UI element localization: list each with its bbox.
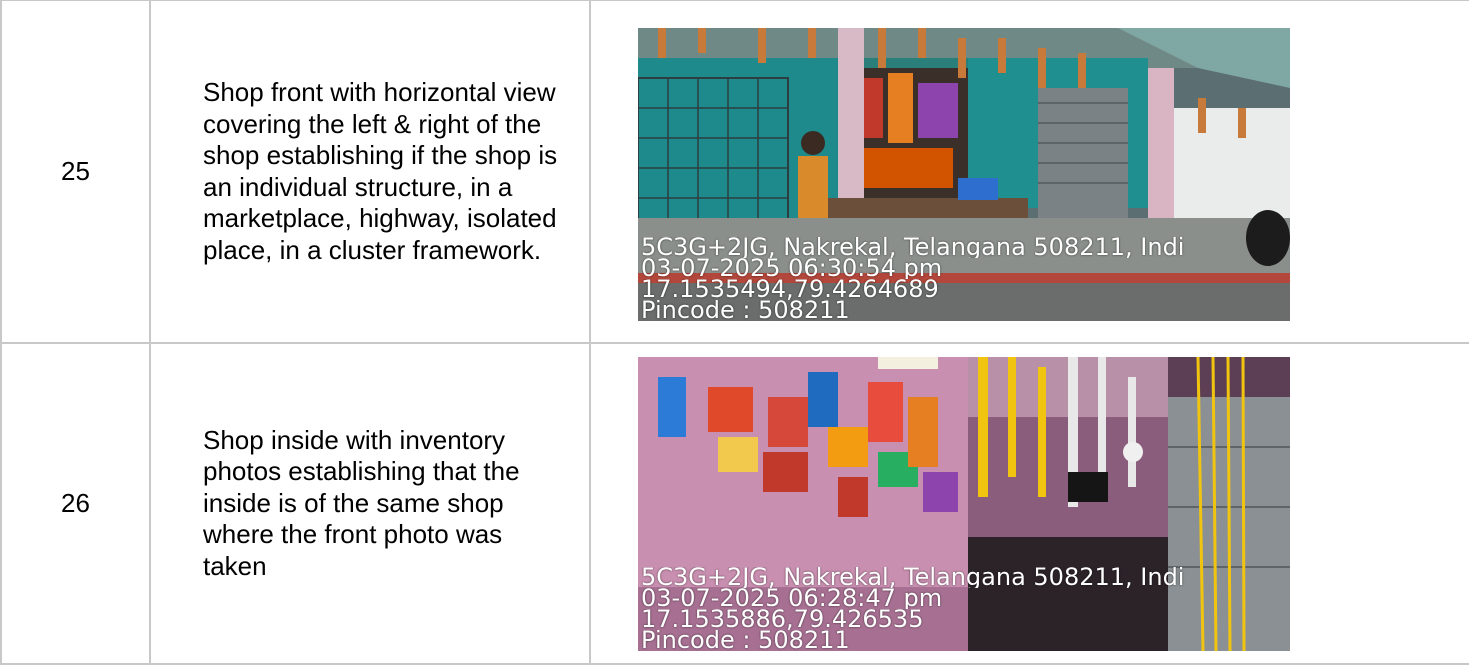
stamp-datetime: 03-07-2025 06:30:54 pm	[641, 258, 943, 279]
stamp-coordinates: 17.1535886,79.426535	[641, 608, 924, 630]
photo-evidence-table: 25 Shop front with horizontal view cover…	[0, 0, 1469, 665]
shop-inside-photo[interactable]: 5C3G+2JG, Nakrekal, Telangana 508211, In…	[638, 356, 1290, 651]
row-number: 25	[0, 0, 151, 344]
table-row: 25 Shop front with horizontal view cover…	[0, 0, 1469, 344]
photo-cell: 5C3G+2JG, Nakrekal, Telangana 508211, In…	[589, 342, 1469, 665]
stamp-coordinates: 17.1535494,79.4264689	[641, 279, 939, 300]
row-description: Shop front with horizontal view covering…	[149, 0, 591, 344]
table-row: 26 Shop inside with inventory photos est…	[0, 342, 1469, 665]
photo-cell: 5C3G+2JG, Nakrekal, Telangana 508211, In…	[589, 0, 1469, 344]
stamp-pincode: Pincode : 508211	[641, 629, 850, 651]
stamp-address: 5C3G+2JG, Nakrekal, Telangana 508211, In…	[641, 566, 1185, 588]
row-description: Shop inside with inventory photos establ…	[149, 342, 591, 665]
stamp-pincode: Pincode : 508211	[641, 300, 850, 321]
stamp-address: 5C3G+2JG, Nakrekal, Telangana 508211, In…	[641, 237, 1185, 258]
stamp-datetime: 03-07-2025 06:28:47 pm	[641, 587, 943, 609]
row-number: 26	[0, 342, 151, 665]
geo-stamp: 5C3G+2JG, Nakrekal, Telangana 508211, In…	[641, 237, 1290, 321]
geo-stamp: 5C3G+2JG, Nakrekal, Telangana 508211, In…	[641, 567, 1290, 651]
shop-front-photo[interactable]: 5C3G+2JG, Nakrekal, Telangana 508211, In…	[638, 28, 1290, 321]
